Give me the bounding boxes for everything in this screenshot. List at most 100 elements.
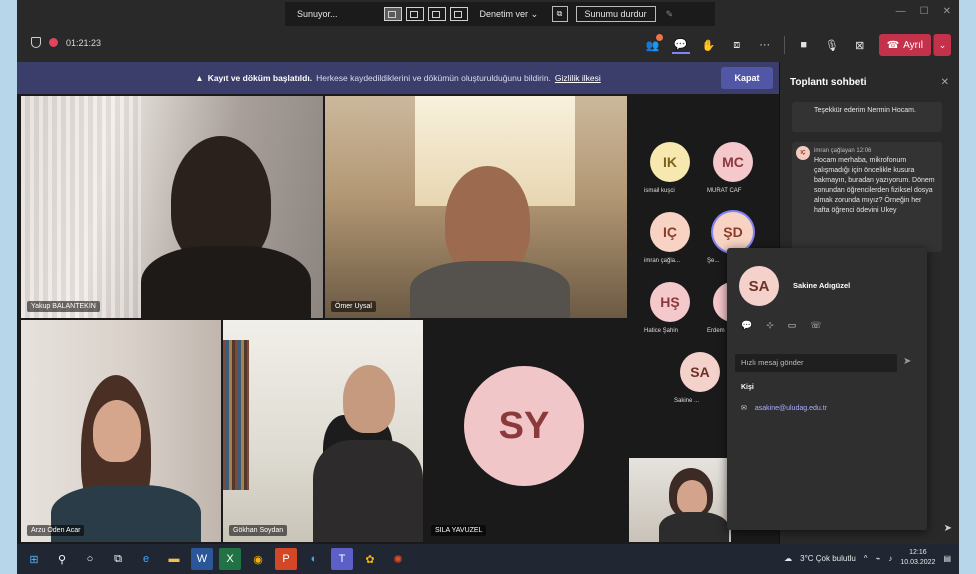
phone-icon[interactable]: ☏	[810, 320, 821, 331]
browser-icon[interactable]: ◐	[303, 548, 325, 570]
notification-badge	[655, 34, 663, 41]
maximize-icon[interactable]: ☐	[920, 6, 929, 17]
word-icon[interactable]: W	[191, 548, 213, 570]
participant-video	[343, 365, 395, 433]
avatar[interactable]: MC	[713, 142, 753, 182]
edge-icon[interactable]: e	[135, 548, 157, 570]
banner-close-button[interactable]: Kapat	[721, 67, 773, 89]
avatar[interactable]: IK	[650, 142, 690, 182]
avatar[interactable]: SA	[680, 352, 720, 392]
camera-icon: ■	[800, 39, 808, 51]
app-icon[interactable]: ✺	[387, 548, 409, 570]
screenshot-frame: Sunuyor... Denetim ver ⌄ ⧉ Sunumu durdur…	[0, 0, 976, 574]
search-icon[interactable]: ⚲	[51, 548, 73, 570]
reactions-button[interactable]: ✋	[700, 36, 718, 54]
clock-time: 12:16	[909, 549, 927, 556]
video-tile[interactable]: Arzu Öden Acar	[21, 320, 221, 542]
participant-video	[659, 512, 729, 542]
volume-icon[interactable]: ♪	[888, 554, 892, 563]
network-icon[interactable]: ⌁	[876, 554, 881, 563]
teams-icon[interactable]: T	[331, 548, 353, 570]
meeting-controls-bar: 01:21:23 👥 💬 ✋ ⧈ ··· ■ 🎙 ⊠ ☎ Ayrıl ⌄	[17, 28, 959, 62]
avatar[interactable]: HŞ	[650, 282, 690, 322]
clock-date: 10.03.2022	[900, 559, 936, 566]
powerpoint-icon[interactable]: P	[275, 548, 297, 570]
avatar[interactable]: ŞD	[713, 212, 753, 252]
start-icon[interactable]: ⊞	[23, 548, 45, 570]
video-tile[interactable]: Ömer Uysal	[325, 96, 627, 318]
stop-presenting-button[interactable]: Sunumu durdur	[575, 6, 656, 22]
leave-options-button[interactable]: ⌄	[933, 34, 951, 56]
video-call-icon[interactable]: ▭	[788, 320, 797, 331]
include-audio-button[interactable]: ⧉	[551, 6, 568, 22]
participant-video	[93, 400, 141, 462]
participant-name: Ömer Uysal	[331, 301, 376, 312]
banner-title: Kayıt ve döküm başlatıldı.	[207, 73, 313, 83]
email-link[interactable]: ✉ asakine@uludag.edu.tr	[741, 404, 827, 413]
participant-label: MURAT CAF	[707, 188, 742, 194]
layout-side-by-side-button[interactable]	[427, 6, 446, 22]
chat-message: Teşekkür ederim Nermin Hocam.	[792, 102, 942, 132]
video-background	[21, 96, 141, 318]
participant-name: SILA YAVUZEL	[431, 525, 487, 536]
excel-icon[interactable]: X	[219, 548, 241, 570]
meeting-actions: 👥 💬 ✋ ⧈ ··· ■ 🎙 ⊠ ☎ Ayrıl ⌄	[644, 34, 951, 56]
clock[interactable]: 12:16 10.03.2022	[900, 548, 935, 568]
microphone-icon: 🎙	[824, 39, 839, 52]
avatar: SA	[739, 266, 779, 306]
leave-button[interactable]: ☎ Ayrıl	[878, 34, 931, 56]
close-icon[interactable]: ✕	[941, 77, 949, 88]
rooms-button[interactable]: ⧈	[728, 36, 746, 54]
chat-button[interactable]: 💬	[671, 36, 690, 54]
video-tile[interactable]: Gökhan Soydan	[223, 320, 423, 542]
chat-icon[interactable]: 💬	[741, 320, 752, 331]
cortana-icon[interactable]: ○	[79, 548, 101, 570]
bookshelf	[223, 340, 249, 490]
participant-video	[313, 440, 423, 542]
self-view-tile[interactable]	[629, 458, 731, 542]
chevron-up-icon[interactable]: ^	[864, 554, 868, 563]
notifications-icon[interactable]: ▤	[943, 554, 951, 563]
layout-reporter-button[interactable]	[449, 6, 468, 22]
recording-banner: ▲ Kayıt ve döküm başlatıldı. Herkese kay…	[17, 62, 779, 94]
participants-button[interactable]: 👥	[644, 34, 663, 54]
camera-button[interactable]: ■	[795, 36, 813, 54]
meeting-stage: Yakup BALANTEKİN Ömer Uysal Arzu Öden Ac…	[17, 94, 779, 544]
share-button[interactable]: ⊠	[851, 36, 869, 54]
privacy-policy-link[interactable]: Gizlilik ilkesi	[555, 73, 601, 83]
avatar[interactable]: IÇ	[650, 212, 690, 252]
pin-icon[interactable]: ✎	[666, 9, 674, 20]
layout-standout-button[interactable]	[405, 6, 424, 22]
presenter-toolbar: Sunuyor... Denetim ver ⌄ ⧉ Sunumu durdur…	[17, 0, 959, 28]
minimize-icon[interactable]: —	[896, 6, 906, 17]
send-icon[interactable]: ➤	[903, 356, 911, 367]
file-explorer-icon[interactable]: ▬	[163, 548, 185, 570]
more-actions-button[interactable]: ···	[756, 36, 774, 54]
chrome-icon[interactable]: ◉	[247, 548, 269, 570]
app-icon[interactable]: ✿	[359, 548, 381, 570]
video-tile[interactable]: Yakup BALANTEKİN	[21, 96, 323, 318]
quick-message-input[interactable]: Hızlı mesaj gönder	[735, 354, 897, 372]
participant-label: Hatice Şahin	[644, 328, 679, 334]
presenting-status: Sunuyor...	[297, 9, 338, 19]
participant-name: Gökhan Soydan	[229, 525, 288, 536]
profile-name: Sakine Adıgüzel	[793, 281, 851, 290]
stop-share-icon: ⊠	[855, 39, 865, 52]
task-view-icon[interactable]: ⧉	[107, 548, 129, 570]
message-author: imran çağlayan	[814, 148, 855, 154]
participant-video	[410, 261, 570, 318]
layout-icon	[383, 7, 402, 21]
send-icon[interactable]: ➤	[944, 523, 952, 534]
weather-text[interactable]: 3°C Çok bulutlu	[800, 554, 856, 563]
meeting-status: 01:21:23	[31, 37, 101, 48]
layout-content-only-button[interactable]	[383, 6, 402, 22]
participant-label: Şe...	[707, 258, 720, 264]
participant-video	[141, 246, 311, 318]
shield-icon	[31, 37, 41, 48]
microphone-button[interactable]: 🎙	[823, 36, 841, 54]
close-window-icon[interactable]: ✕	[943, 6, 951, 17]
org-chart-icon[interactable]: ⊹	[766, 320, 774, 331]
chevron-down-icon: ⌄	[938, 39, 947, 50]
give-control-dropdown[interactable]: Denetim ver ⌄	[480, 9, 544, 20]
participant-name: Arzu Öden Acar	[27, 525, 85, 536]
